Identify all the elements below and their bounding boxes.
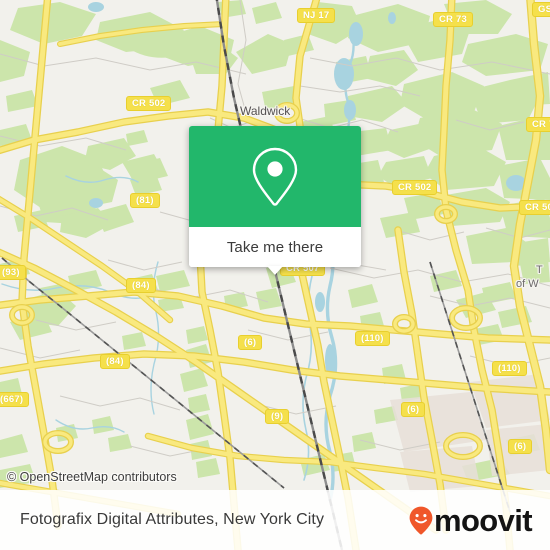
map-pin-icon — [252, 147, 298, 206]
map-screen: NJ 17 CR 73 GS CR 502 CR 7 CR 502 CR 50 … — [0, 0, 550, 550]
road-shield: (84) — [100, 354, 130, 369]
road-shield: CR 7 — [526, 117, 550, 132]
road-shield: (84) — [126, 278, 156, 293]
road-shield: CR 502 — [126, 96, 172, 111]
road-shield: (6) — [238, 335, 263, 350]
moovit-wordmark: moovit — [433, 502, 533, 538]
place-label-clipped-1: T — [536, 264, 543, 276]
map-canvas[interactable] — [0, 0, 550, 550]
place-label-waldwick: Waldwick — [240, 104, 291, 118]
road-shield: (110) — [492, 361, 527, 376]
footer-bar: Fotografix Digital Attributes, New York … — [0, 490, 550, 550]
road-shield: (667) — [0, 392, 30, 407]
location-popup-card[interactable]: Take me there — [189, 126, 361, 275]
popup-pointer — [267, 266, 283, 275]
footer-location-title: Fotografix Digital Attributes, New York … — [20, 511, 325, 528]
popup-header — [189, 126, 361, 227]
road-shield: CR 73 — [433, 12, 473, 27]
road-shield: NJ 17 — [297, 8, 336, 23]
road-shield: CR 502 — [392, 180, 438, 195]
popup-action-row[interactable]: Take me there — [189, 227, 361, 275]
road-shield: (93) — [0, 265, 26, 280]
place-label-clipped-2: of W — [516, 278, 539, 290]
road-shield: (6) — [401, 402, 426, 417]
road-shield: (6) — [508, 439, 533, 454]
moovit-logo[interactable]: moovit — [409, 502, 533, 538]
osm-attribution[interactable]: © OpenStreetMap contributors — [7, 470, 177, 484]
road-shield: (81) — [130, 193, 160, 208]
road-shield: CR 50 — [519, 200, 550, 215]
take-me-there-label: Take me there — [226, 238, 324, 256]
road-shield: GS — [532, 2, 550, 17]
moovit-pin-icon — [409, 506, 433, 534]
road-shield: (9) — [265, 409, 290, 424]
road-shield: (110) — [355, 331, 390, 346]
